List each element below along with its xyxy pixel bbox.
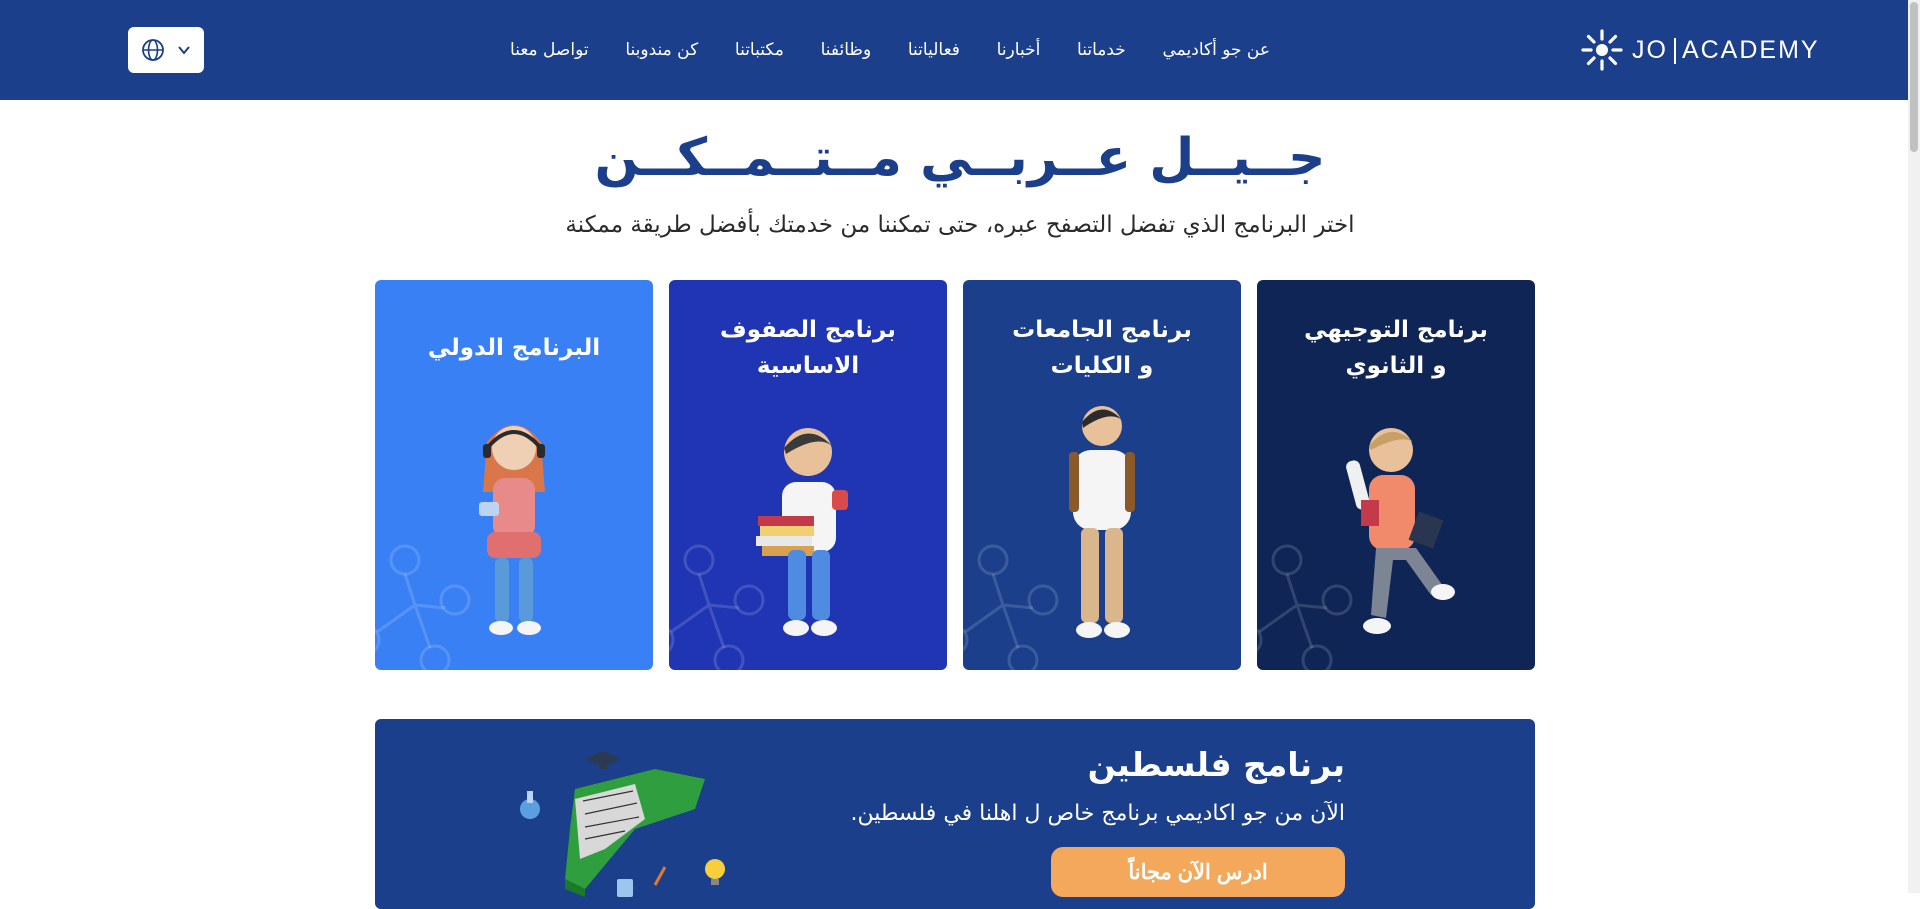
card-title: برنامج الجامعات و الكليات [1012, 317, 1192, 379]
card-tawjihi-program[interactable]: برنامج التوجيهي و الثانوي [1257, 280, 1535, 670]
site-header: عن جو أكاديمي خدماتنا أخبارنا فعالياتنا … [0, 0, 1908, 100]
student-standing-illustration [1069, 406, 1135, 638]
card-title: برنامج التوجيهي و الثانوي [1304, 317, 1488, 379]
student-running-illustration [1346, 428, 1455, 634]
card-title: برنامج الصفوف الاساسية [720, 317, 896, 379]
nav-about[interactable]: عن جو أكاديمي [1163, 40, 1270, 60]
card-basic-grades-program[interactable]: برنامج الصفوف الاساسية [669, 280, 947, 670]
nav-contact[interactable]: تواصل معنا [510, 40, 589, 60]
study-free-button[interactable]: ادرس الآن مجاناً [1051, 847, 1345, 897]
language-selector[interactable] [128, 27, 204, 73]
palestine-banner: برنامج فلسطين الآن من جو اكاديمي برنامج … [375, 719, 1535, 909]
main-nav: عن جو أكاديمي خدماتنا أخبارنا فعالياتنا … [510, 0, 1270, 100]
card-title: البرنامج الدولي [427, 335, 601, 361]
hero-title: جــيــل عــربــي مــتــمــكــن [594, 128, 1326, 188]
logo-text: JO ACADEMY [1632, 35, 1820, 64]
nav-become-agent[interactable]: كن مندوبنا [625, 40, 698, 60]
site-logo[interactable]: JO ACADEMY [1580, 28, 1820, 72]
nav-events[interactable]: فعالياتنا [908, 40, 960, 60]
student-books-illustration [756, 428, 848, 636]
globe-icon [142, 39, 164, 61]
nav-services[interactable]: خدماتنا [1077, 40, 1126, 60]
palestine-title: برنامج فلسطين [1087, 745, 1345, 784]
chevron-down-icon [178, 46, 190, 55]
palestine-text: الآن من جو اكاديمي برنامج خاص ل اهلنا في… [850, 801, 1345, 826]
hero-subtitle: اختر البرنامج الذي تفضل التصفح عبره، حتى… [565, 212, 1355, 238]
logo-icon [1581, 29, 1623, 71]
student-headphones-illustration [479, 425, 545, 635]
palestine-map-illustration [520, 751, 725, 897]
nav-libraries[interactable]: مكتباتنا [735, 40, 784, 60]
nav-news[interactable]: أخبارنا [997, 40, 1041, 60]
card-university-program[interactable]: برنامج الجامعات و الكليات [963, 280, 1241, 670]
nav-jobs[interactable]: وظائفنا [821, 40, 872, 60]
card-international-program[interactable]: البرنامج الدولي [375, 280, 653, 670]
